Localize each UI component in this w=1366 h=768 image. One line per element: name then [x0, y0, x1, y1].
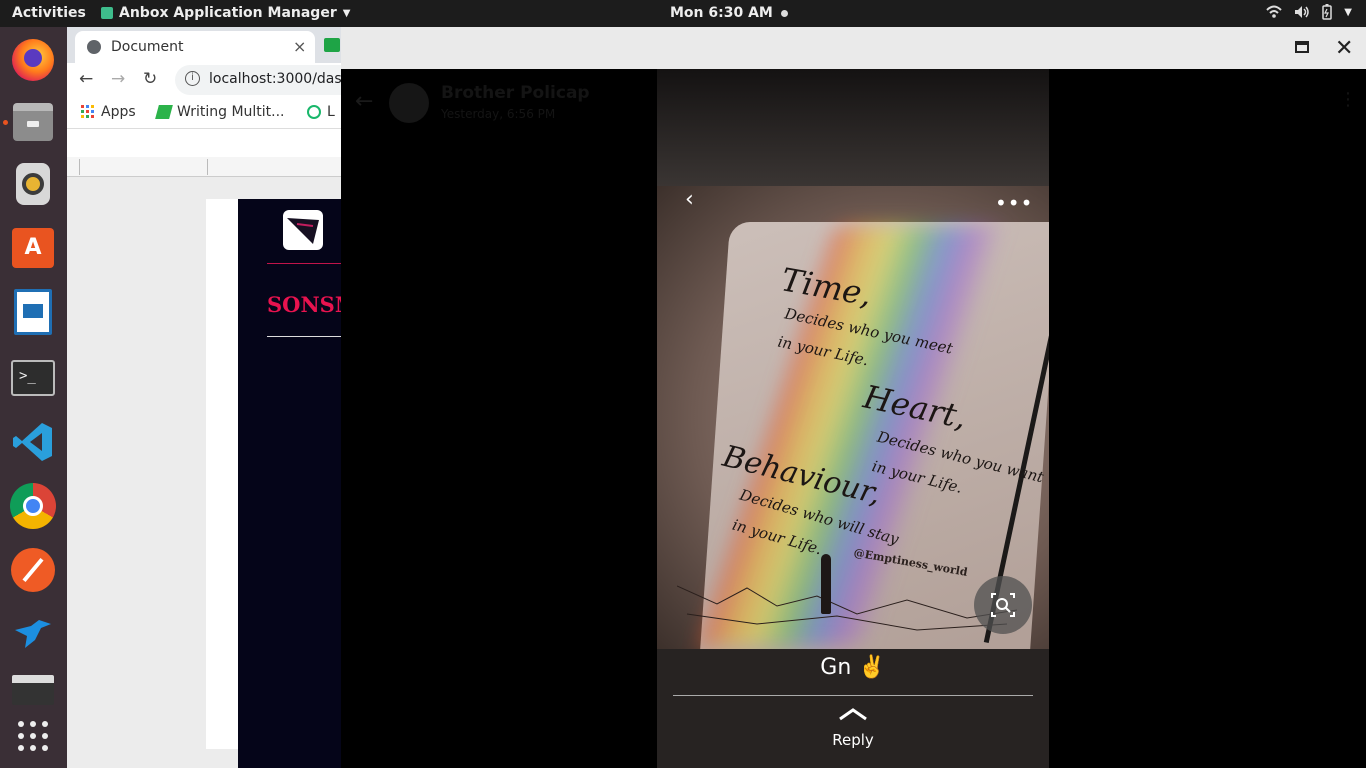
wifi-icon	[1266, 5, 1283, 18]
kingfisher-icon[interactable]	[10, 611, 56, 657]
more-horizontal-icon[interactable]: •••	[995, 191, 1033, 215]
maximize-icon[interactable]	[1295, 41, 1309, 53]
brand-logo[interactable]	[283, 210, 323, 250]
tab-title: Document	[111, 39, 184, 55]
battery-icon	[1322, 4, 1333, 20]
avatar[interactable]	[389, 83, 429, 123]
story-caption: Gn ✌️	[820, 655, 886, 680]
files-running-dot-icon	[3, 120, 8, 125]
visual-search-button[interactable]	[974, 576, 1032, 634]
bookmark-third[interactable]: L	[307, 104, 335, 120]
notification-dot-icon	[780, 9, 788, 17]
files-icon[interactable]	[10, 99, 56, 145]
site-info-icon[interactable]: i	[185, 71, 200, 86]
app-menu-label: Anbox Application Manager	[119, 5, 337, 21]
ruler	[67, 157, 341, 177]
globe-icon	[87, 40, 101, 54]
bookmark-third-label: L	[327, 104, 335, 120]
software-center-icon[interactable]: A	[10, 225, 56, 271]
apps-grid-icon	[81, 105, 94, 118]
activities-button[interactable]: Activities	[12, 5, 86, 21]
bookmark-apps[interactable]: Apps	[81, 104, 136, 120]
postman-icon[interactable]	[10, 547, 56, 593]
clock[interactable]: Mon 6:30 AM	[670, 5, 788, 21]
bookmark-apps-label: Apps	[101, 104, 136, 120]
visual-search-icon	[991, 593, 1015, 617]
firefox-icon[interactable]	[10, 37, 56, 83]
dashboard-sidebar	[238, 199, 341, 768]
third-favicon-icon	[307, 105, 321, 119]
story-background	[657, 69, 1049, 186]
top-bar: Activities Anbox Application Manager ▼ M…	[0, 0, 1366, 27]
chrome-icon[interactable]	[10, 483, 56, 529]
system-tray[interactable]: ▼	[1266, 4, 1352, 20]
chat-timestamp: Yesterday, 6:56 PM	[441, 107, 556, 121]
caret-down-icon: ▼	[342, 7, 351, 19]
ruler-tick	[207, 159, 208, 175]
back-arrow-icon[interactable]: ←	[79, 69, 93, 89]
second-tab-favicon-icon[interactable]	[324, 38, 340, 52]
app-menu[interactable]: Anbox Application Manager ▼	[101, 5, 350, 21]
tab-strip: Document ×	[67, 27, 341, 63]
divider	[267, 263, 341, 264]
tab-document[interactable]: Document ×	[75, 31, 315, 63]
figure-silhouette	[821, 554, 831, 614]
forward-arrow-icon[interactable]: →	[111, 69, 125, 89]
back-arrow-icon[interactable]: ←	[355, 89, 373, 114]
address-bar[interactable]: i localhost:3000/dashb	[175, 65, 341, 95]
reply-button[interactable]: Reply	[657, 731, 1049, 749]
url-text: localhost:3000/dashb	[209, 71, 341, 87]
clock-label: Mon 6:30 AM	[670, 5, 773, 21]
story-back-chevron-icon[interactable]: ‹	[685, 187, 694, 212]
browser-window: Document × ← → ↻ i localhost:3000/dashb …	[67, 27, 341, 768]
terminal-icon[interactable]: >_	[10, 355, 56, 401]
tab-close-icon[interactable]: ×	[293, 37, 306, 56]
writer-icon[interactable]	[10, 289, 56, 335]
volume-icon	[1295, 6, 1310, 18]
story-viewer: Time, Decides who you meet in your Life.…	[657, 69, 1049, 768]
writing-favicon-icon	[155, 105, 173, 119]
navigation-bar: ← → ↻ i localhost:3000/dashb	[67, 63, 341, 97]
bookmarks-bar: Apps Writing Multit... L	[67, 97, 341, 129]
rhythmbox-icon[interactable]	[10, 161, 56, 207]
chat-contact-name: Brother Policap	[441, 83, 590, 103]
anbox-window: ✕ ← Brother Policap Yesterday, 6:56 PM ⋮…	[341, 27, 1366, 768]
bookmark-writing[interactable]: Writing Multit...	[155, 104, 285, 120]
ruler-tick	[79, 159, 80, 175]
anbox-icon	[101, 7, 113, 19]
dock: A >_	[0, 27, 67, 768]
system-menu-caret-icon: ▼	[1344, 6, 1352, 18]
window-titlebar[interactable]: ✕	[341, 27, 1366, 69]
chevron-up-icon[interactable]	[838, 707, 868, 721]
vscode-icon[interactable]	[10, 419, 56, 465]
app-grid-icon[interactable]	[10, 713, 56, 759]
bookmark-writing-label: Writing Multit...	[177, 104, 285, 120]
clapperboard-icon[interactable]	[10, 667, 56, 713]
more-vertical-icon[interactable]: ⋮	[1339, 89, 1357, 110]
brand-name: SONSM	[267, 292, 341, 317]
reload-icon[interactable]: ↻	[143, 69, 157, 89]
divider	[673, 695, 1033, 696]
divider	[267, 336, 341, 337]
close-icon[interactable]: ✕	[1335, 36, 1353, 61]
